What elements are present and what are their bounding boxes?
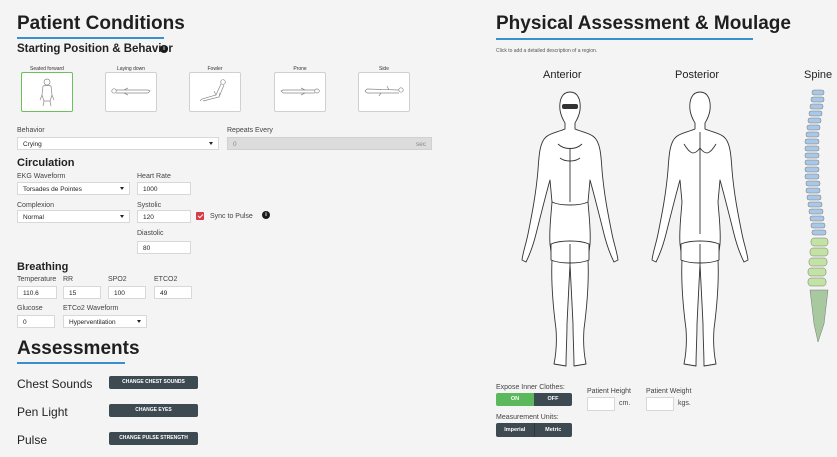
- glucose-label: Glucose: [17, 305, 43, 312]
- region-hint: Click to add a detailed description of a…: [496, 48, 598, 54]
- starting-position-title: Starting Position & Behavior: [17, 43, 173, 55]
- change-chest-sounds-button[interactable]: CHANGE CHEST SOUNDS: [109, 376, 198, 389]
- cervical-region: [804, 89, 827, 236]
- circulation-title: Circulation: [17, 157, 75, 169]
- info-icon[interactable]: i: [262, 211, 270, 219]
- repeats-value: 0: [233, 141, 237, 148]
- expose-on-option[interactable]: ON: [496, 393, 534, 406]
- sync-to-pulse-checkbox[interactable]: [196, 212, 204, 220]
- posterior-label: Posterior: [675, 69, 720, 81]
- heart-rate-label: Heart Rate: [137, 173, 171, 180]
- sacrum-region: [809, 289, 829, 343]
- patient-height-input[interactable]: [587, 397, 615, 411]
- chevron-down-icon: [209, 142, 213, 145]
- weight-unit: kgs.: [678, 400, 691, 407]
- ekg-value: Torsades de Pointes: [23, 186, 82, 193]
- units-imperial-option[interactable]: Imperial: [496, 423, 535, 437]
- height-unit: cm.: [619, 400, 631, 407]
- patient-height-label: Patient Height: [587, 388, 631, 395]
- repeats-unit: sec: [415, 141, 426, 148]
- posterior-body-map[interactable]: [650, 84, 750, 374]
- pen-light-label: Pen Light: [17, 405, 68, 419]
- etco2-label: ETCO2: [154, 276, 178, 283]
- assessments-underline: [17, 362, 125, 364]
- etco2-waveform-label: ETCo2 Waveform: [63, 305, 119, 312]
- units-toggle[interactable]: Imperial Metric: [496, 423, 572, 437]
- seated-figure-icon: [39, 78, 55, 107]
- patient-weight-label: Patient Weight: [646, 388, 692, 395]
- change-pulse-strength-button[interactable]: CHANGE PULSE STRENGTH: [109, 432, 198, 445]
- side-figure-icon: [364, 85, 404, 97]
- diastolic-input[interactable]: 80: [137, 241, 191, 254]
- rr-label: RR: [63, 276, 74, 283]
- units-metric-option[interactable]: Metric: [534, 423, 572, 437]
- anterior-body-map[interactable]: [520, 84, 620, 374]
- ekg-label: EKG Waveform: [17, 173, 66, 180]
- complexion-value: Normal: [23, 214, 44, 221]
- expose-toggle[interactable]: ON OFF: [496, 393, 572, 406]
- patient-weight-input[interactable]: [646, 397, 674, 411]
- behavior-value: Crying: [23, 141, 42, 148]
- change-eyes-button[interactable]: CHANGE EYES: [109, 404, 198, 417]
- complexion-select[interactable]: Normal: [17, 210, 130, 223]
- ekg-select[interactable]: Torsades de Pointes: [17, 182, 130, 195]
- spo2-label: SPO2: [108, 276, 127, 283]
- title-underline: [496, 38, 753, 40]
- position-prone[interactable]: [274, 72, 326, 112]
- laying-figure-icon: [111, 87, 151, 96]
- spine-label: Spine: [804, 69, 833, 81]
- prone-figure-icon: [280, 87, 320, 96]
- lumbar-region: [807, 237, 829, 287]
- position-side[interactable]: [358, 72, 410, 112]
- etco2-input[interactable]: 49: [154, 286, 192, 299]
- fowler-figure-icon: [199, 79, 226, 102]
- title-underline: [17, 37, 164, 39]
- complexion-label: Complexion: [17, 202, 54, 209]
- chest-sounds-label: Chest Sounds: [17, 377, 93, 391]
- systolic-label: Systolic: [137, 202, 162, 209]
- position-laying-down[interactable]: [105, 72, 157, 112]
- etco2-waveform-value: Hyperventilation: [69, 319, 116, 326]
- spine-map[interactable]: [796, 84, 837, 374]
- behavior-select[interactable]: Crying: [17, 137, 219, 150]
- measurement-units-label: Measurement Units:: [496, 414, 559, 421]
- rr-input[interactable]: 15: [63, 286, 101, 299]
- chevron-down-icon: [120, 187, 124, 190]
- repeats-label: Repeats Every: [227, 127, 273, 134]
- sync-to-pulse-label: Sync to Pulse: [210, 213, 253, 220]
- expose-off-option[interactable]: OFF: [534, 393, 572, 406]
- etco2-waveform-select[interactable]: Hyperventilation: [63, 315, 147, 328]
- assessments-title: Assessments: [17, 338, 140, 359]
- pulse-label: Pulse: [17, 433, 48, 447]
- temperature-input[interactable]: 110.6: [17, 286, 57, 299]
- patient-conditions-title: Patient Conditions: [17, 13, 185, 34]
- spo2-input[interactable]: 100: [108, 286, 146, 299]
- physical-assessment-title: Physical Assessment & Moulage: [496, 13, 791, 34]
- systolic-input[interactable]: 120: [137, 210, 191, 223]
- chevron-down-icon: [137, 320, 141, 323]
- breathing-title: Breathing: [17, 261, 69, 273]
- chevron-down-icon: [120, 215, 124, 218]
- position-fowler[interactable]: [189, 72, 241, 112]
- info-icon[interactable]: i: [160, 45, 168, 53]
- glucose-input[interactable]: 0: [17, 315, 55, 328]
- eyes-icon: [562, 104, 578, 109]
- anterior-label: Anterior: [543, 69, 582, 81]
- heart-rate-input[interactable]: 1000: [137, 182, 191, 195]
- diastolic-label: Diastolic: [137, 230, 164, 237]
- repeats-input[interactable]: 0 sec: [227, 137, 432, 150]
- behavior-label: Behavior: [17, 127, 45, 134]
- temperature-label: Temperature: [17, 276, 57, 283]
- position-seated-forward[interactable]: [21, 72, 73, 112]
- expose-label: Expose Inner Clothes:: [496, 384, 565, 391]
